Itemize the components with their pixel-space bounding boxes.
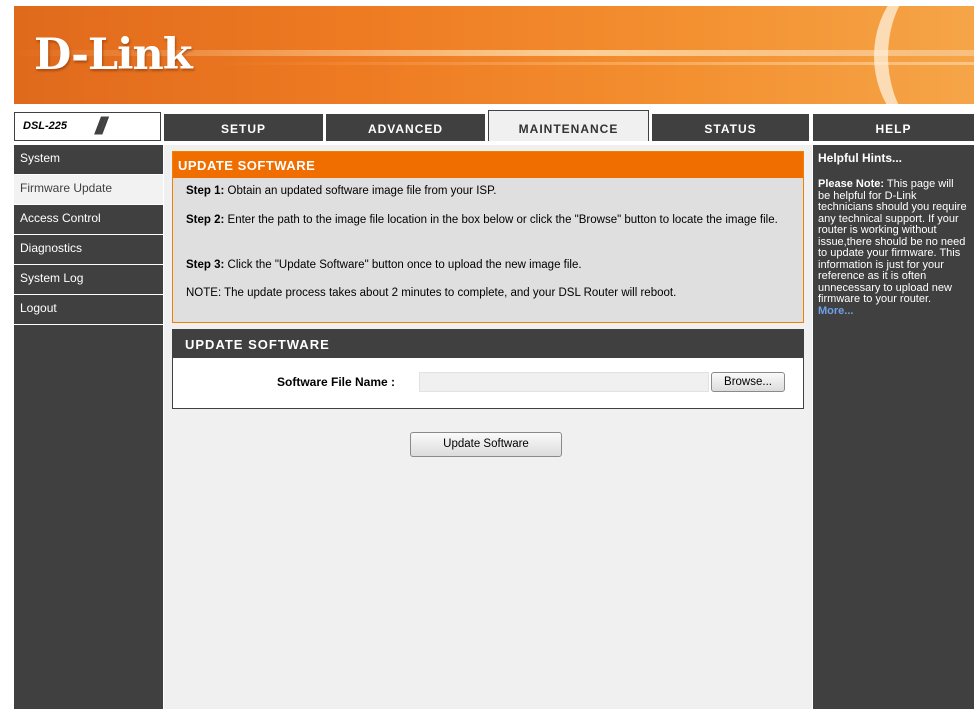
step1-label: Step 1:: [186, 185, 225, 197]
banner-stripe: [214, 62, 974, 65]
step3-label: Step 3:: [186, 259, 225, 271]
step2-body: Enter the path to the image file locatio…: [224, 214, 778, 226]
model-name: DSL-225: [23, 120, 68, 132]
note-text: NOTE: The update process takes about 2 m…: [186, 287, 677, 299]
slash-decoration: ///: [95, 113, 107, 140]
dlink-logo: D-Link: [34, 30, 193, 80]
header-banner: D-Link: [14, 6, 974, 104]
sidebar: System Firmware Update Access Control Di…: [14, 145, 163, 709]
browse-button[interactable]: Browse...: [711, 372, 785, 392]
tab-setup[interactable]: SETUP: [164, 114, 323, 141]
sidebar-item-logout[interactable]: Logout: [14, 295, 163, 325]
step1-text: Step 1: Obtain an updated software image…: [186, 185, 786, 198]
file-name-label: Software File Name :: [277, 375, 396, 389]
tab-advanced[interactable]: ADVANCED: [326, 114, 485, 141]
help-note-label: Please Note:: [818, 178, 885, 190]
tab-help[interactable]: HELP: [813, 114, 974, 141]
update-software-button[interactable]: Update Software: [410, 432, 562, 457]
sidebar-item-system[interactable]: System: [14, 145, 163, 175]
main-content: UPDATE SOFTWARE Step 1: Obtain an update…: [164, 145, 812, 709]
tab-maintenance[interactable]: MAINTENANCE: [488, 110, 649, 141]
step2-label: Step 2:: [186, 214, 225, 226]
form-section: UPDATE SOFTWARE Software File Name : Bro…: [172, 329, 804, 409]
tab-status[interactable]: STATUS: [652, 114, 809, 141]
sidebar-item-system-log[interactable]: System Log: [14, 265, 163, 295]
help-body: Please Note: This page will be helpful f…: [818, 178, 968, 317]
help-text: This page will be helpful for D-Link tec…: [818, 178, 967, 305]
more-link[interactable]: More...: [818, 305, 853, 317]
info-section: UPDATE SOFTWARE Step 1: Obtain an update…: [172, 151, 804, 323]
step1-body: Obtain an updated software image file fr…: [224, 185, 497, 197]
step3-body: Click the "Update Software" button once …: [224, 259, 582, 271]
step2-text: Step 2: Enter the path to the image file…: [186, 214, 786, 227]
info-section-title: UPDATE SOFTWARE: [173, 152, 803, 178]
help-panel: Helpful Hints... Please Note: This page …: [813, 145, 974, 709]
model-label-box: DSL-225 ///: [14, 112, 161, 141]
banner-swoosh: [874, 6, 974, 104]
form-section-title: UPDATE SOFTWARE: [173, 330, 803, 358]
file-name-input[interactable]: [419, 372, 709, 392]
sidebar-item-firmware-update[interactable]: Firmware Update: [14, 175, 163, 205]
step3-text: Step 3: Click the "Update Software" butt…: [186, 259, 786, 272]
sidebar-item-access-control[interactable]: Access Control: [14, 205, 163, 235]
help-title: Helpful Hints...: [818, 151, 902, 165]
sidebar-item-diagnostics[interactable]: Diagnostics: [14, 235, 163, 265]
